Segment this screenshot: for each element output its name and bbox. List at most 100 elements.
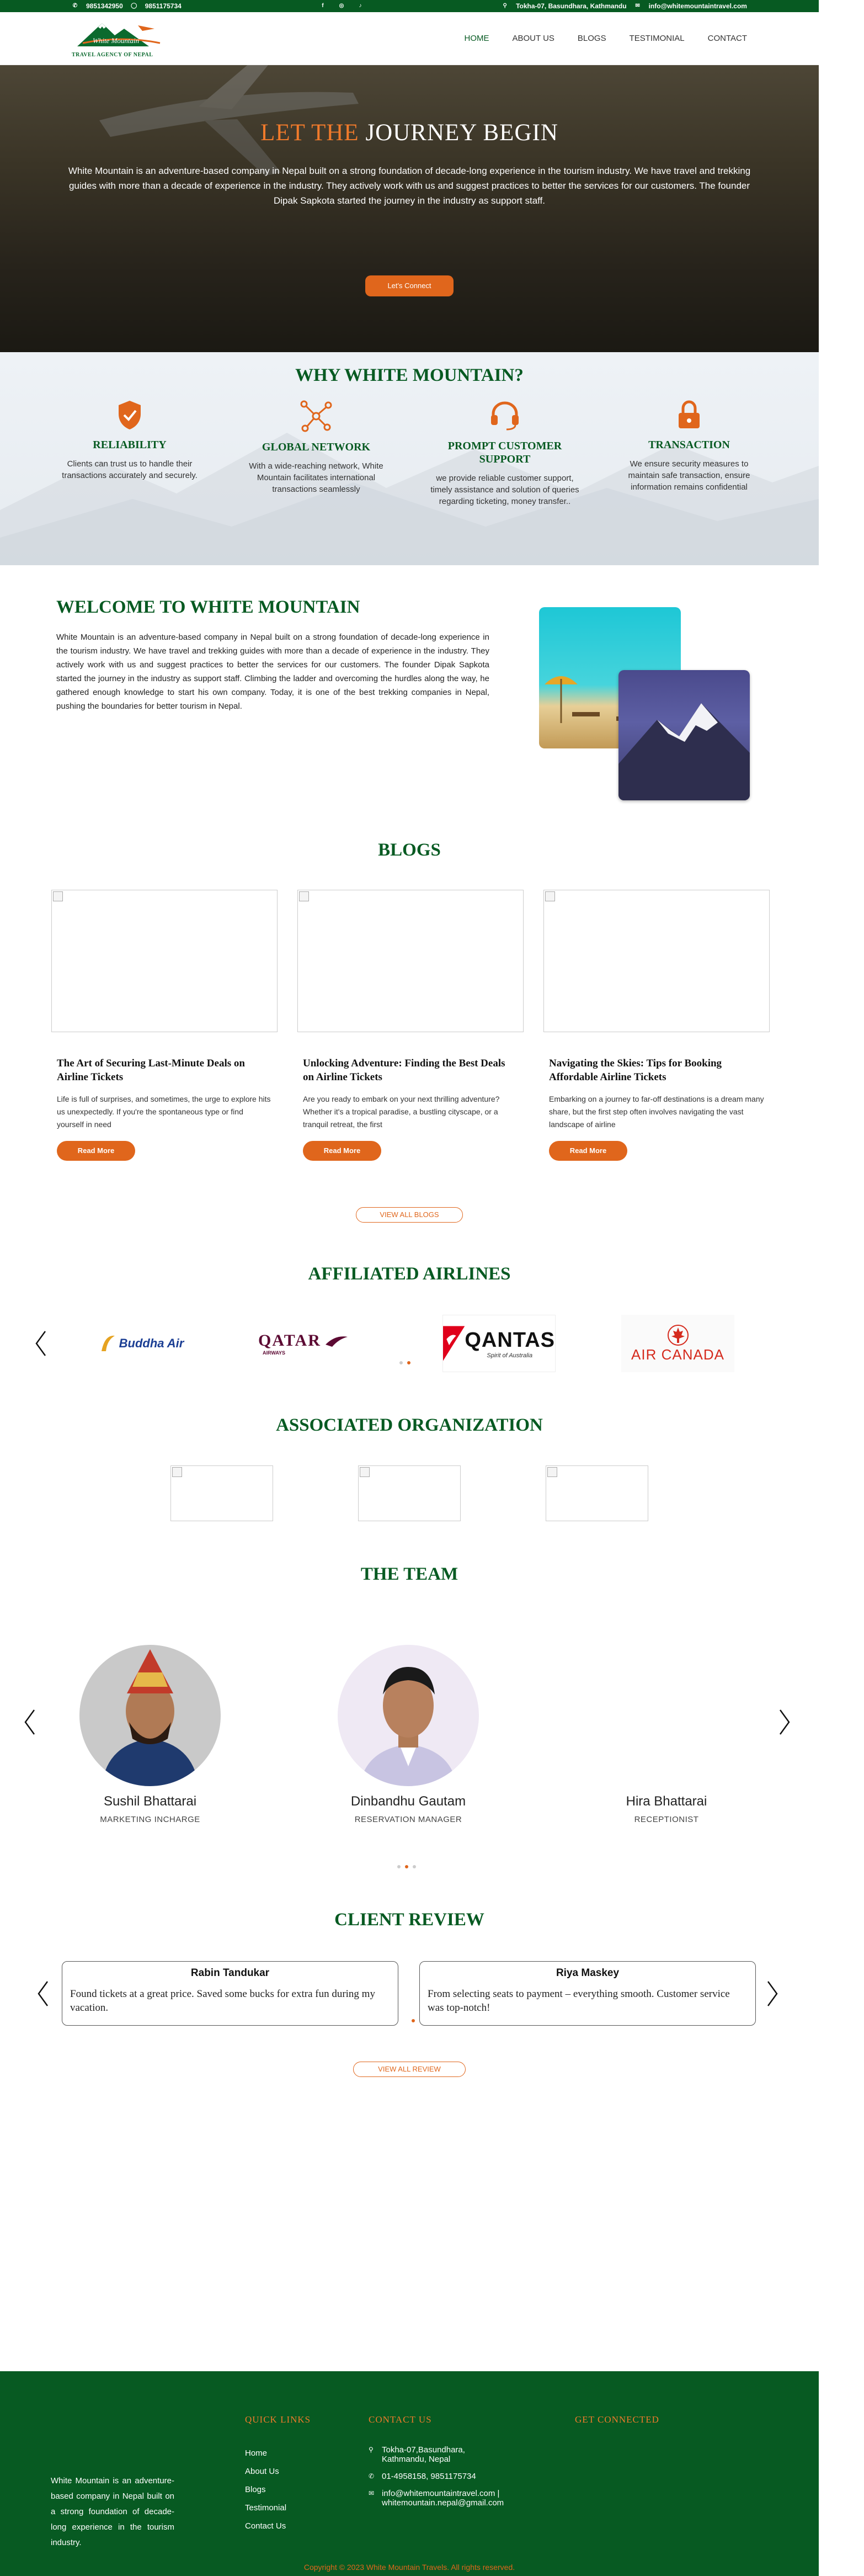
welcome-text: White Mountain is an adventure-based com… [56,633,489,711]
blog-card: Navigating the Skies: Tips for Booking A… [543,890,770,1161]
footer-link-about-us[interactable]: About Us [245,2462,286,2481]
avatar [596,1645,737,1786]
review-text: From selecting seats to payment – everyt… [428,1988,730,2014]
location-icon: ⚲ [369,2446,374,2453]
footer-about: White Mountain is an adventure-based com… [51,2476,174,2547]
chevron-left-icon[interactable] [36,1980,50,2007]
blog-excerpt: Are you ready to embark on your next thr… [303,1095,500,1129]
oryx-icon [325,1336,348,1347]
page-margin [819,0,864,2576]
footer-link-home[interactable]: Home [245,2444,286,2462]
avatar [338,1645,479,1786]
chevron-right-icon[interactable] [778,1709,791,1735]
blog-title[interactable]: Unlocking Adventure: Finding the Best De… [297,1056,524,1084]
member-role: MARKETING INCHARGE [100,1815,200,1824]
airline-logo-air-canada: AIR CANADA [621,1315,734,1372]
review-card: Rabin Tandukar Found tickets at a great … [62,1961,398,2026]
svg-text:White Mountain: White Mountain [93,36,139,45]
shield-check-icon [119,401,141,429]
feature-transaction: TRANSACTION We ensure security measures … [615,400,764,493]
copyright: Copyright © 2023 White Mountain Travels.… [303,2563,515,2572]
footer-link-blogs[interactable]: Blogs [245,2481,286,2499]
maple-leaf-icon [667,1324,689,1346]
instagram-icon[interactable]: ◎ [338,3,345,9]
team-title: THE TEAM [360,1564,458,1584]
footer-address: Tokha-07,Basundhara, Kathmandu, Nepal [382,2445,465,2464]
headset-icon [491,401,519,431]
chevron-left-icon[interactable] [34,1330,47,1357]
airline-logo-qatar: QATAR AIRWAYS [258,1315,371,1372]
org-logo-placeholder[interactable] [170,1465,273,1521]
airlines-carousel-dots[interactable] [399,1361,410,1364]
member-name: Hira Bhattarai [626,1794,707,1809]
logo[interactable]: White Mountain TRAVEL AGENCY OF NEPAL [72,19,171,58]
hero-section: LET THE JOURNEY BEGIN White Mountain is … [0,65,819,352]
org-logo-placeholder[interactable] [358,1465,461,1521]
feature-global-network: GLOBAL NETWORK With a wide-reaching netw… [242,400,391,495]
reviewer-name: Riya Maskey [556,1967,620,1979]
blog-excerpt: Embarking on a journey to far-off destin… [549,1095,764,1129]
nav-blogs[interactable]: BLOGS [578,34,606,43]
view-all-review-button[interactable]: VIEW ALL REVIEW [353,2062,466,2077]
review-card: Riya Maskey From selecting seats to paym… [419,1961,756,2026]
topbar-email[interactable]: info@whitemountaintravel.com [649,2,747,10]
airline-logo-buddha-air: Buddha Air [84,1315,197,1372]
avatar [79,1645,221,1786]
why-title: WHY WHITE MOUNTAIN? [295,365,524,385]
chevron-left-icon[interactable] [23,1709,36,1735]
review-carousel-dots[interactable] [412,2019,415,2022]
site-header: White Mountain TRAVEL AGENCY OF NEPAL HO… [0,12,819,65]
kangaroo-tail-icon [443,1326,465,1361]
topbar-phone-2[interactable]: 9851175734 [145,2,182,10]
blog-excerpt: Life is full of surprises, and sometimes… [57,1095,271,1129]
nav-contact[interactable]: CONTACT [708,34,747,43]
footer-link-contact-us[interactable]: Contact Us [245,2517,286,2535]
network-icon [300,400,332,432]
facebook-icon[interactable]: f [319,3,326,9]
airline-logo-qantas: QANTAS Spirit of Australia [442,1315,556,1372]
org-logo-placeholder[interactable] [546,1465,648,1521]
chevron-right-icon[interactable] [766,1980,779,2007]
read-more-button[interactable]: Read More [57,1141,135,1161]
footer-quick-links-title: QUICK LINKS [245,2414,311,2425]
orgs-title: ASSOCIATED ORGANIZATION [276,1415,543,1435]
view-all-blogs-button[interactable]: VIEW ALL BLOGS [356,1207,463,1223]
team-carousel-dots[interactable] [397,1865,416,1868]
person-photo-icon [360,1667,457,1786]
member-role: RECEPTIONIST [634,1815,699,1824]
site-footer: White Mountain is an adventure-based com… [0,2371,819,2576]
nav-about-us[interactable]: ABOUT US [513,34,554,43]
logo-tagline: TRAVEL AGENCY OF NEPAL [72,52,153,58]
blog-card: Unlocking Adventure: Finding the Best De… [297,890,524,1161]
read-more-button[interactable]: Read More [549,1141,627,1161]
footer-phones[interactable]: 01-4958158, 9851175734 [382,2472,476,2481]
footer-contact-title: CONTACT US [369,2414,432,2425]
feature-customer-support: PROMPT CUSTOMER SUPPORT we provide relia… [430,400,579,507]
blog-card: The Art of Securing Last-Minute Deals on… [51,890,278,1161]
blogs-title: BLOGS [378,840,441,860]
team-member: Sushil Bhattarai MARKETING INCHARGE [40,1645,260,1824]
blog-image-placeholder [51,890,278,1032]
snow-mountain-icon [618,703,750,800]
team-member: Dinbandhu Gautam RESERVATION MANAGER [298,1645,519,1824]
person-photo-icon [102,1649,199,1786]
topbar-phone-1[interactable]: 9851342950 [86,2,123,10]
blog-title[interactable]: Navigating the Skies: Tips for Booking A… [543,1056,770,1084]
footer-quick-links: Home About Us Blogs Testimonial Contact … [245,2444,286,2535]
topbar-address: Tokha-07, Basundhara, Kathmandu [516,2,627,10]
mail-icon: ✉ [369,2489,375,2497]
top-bar: ✆ 9851342950 ◯ 9851175734 f ◎ ♪ ⚲ Tokha-… [0,0,819,12]
nav-home[interactable]: HOME [465,34,489,43]
footer-emails[interactable]: info@whitemountaintravel.com | whitemoun… [382,2489,531,2508]
read-more-button[interactable]: Read More [303,1141,381,1161]
lets-connect-button[interactable]: Let's Connect [365,275,454,296]
footer-link-testimonial[interactable]: Testimonial [245,2499,286,2517]
member-role: RESERVATION MANAGER [354,1815,462,1824]
tiktok-icon[interactable]: ♪ [357,3,364,9]
blog-title[interactable]: The Art of Securing Last-Minute Deals on… [51,1056,278,1084]
footer-contact: ⚲ Tokha-07,Basundhara, Kathmandu, Nepal ✆… [369,2445,531,2515]
team-member: Hira Bhattarai RECEPTIONIST [556,1645,777,1824]
nav-testimonial[interactable]: TESTIMONIAL [630,34,685,43]
member-name: Sushil Bhattarai [103,1794,197,1809]
footer-connect-title: GET CONNECTED [575,2414,659,2425]
